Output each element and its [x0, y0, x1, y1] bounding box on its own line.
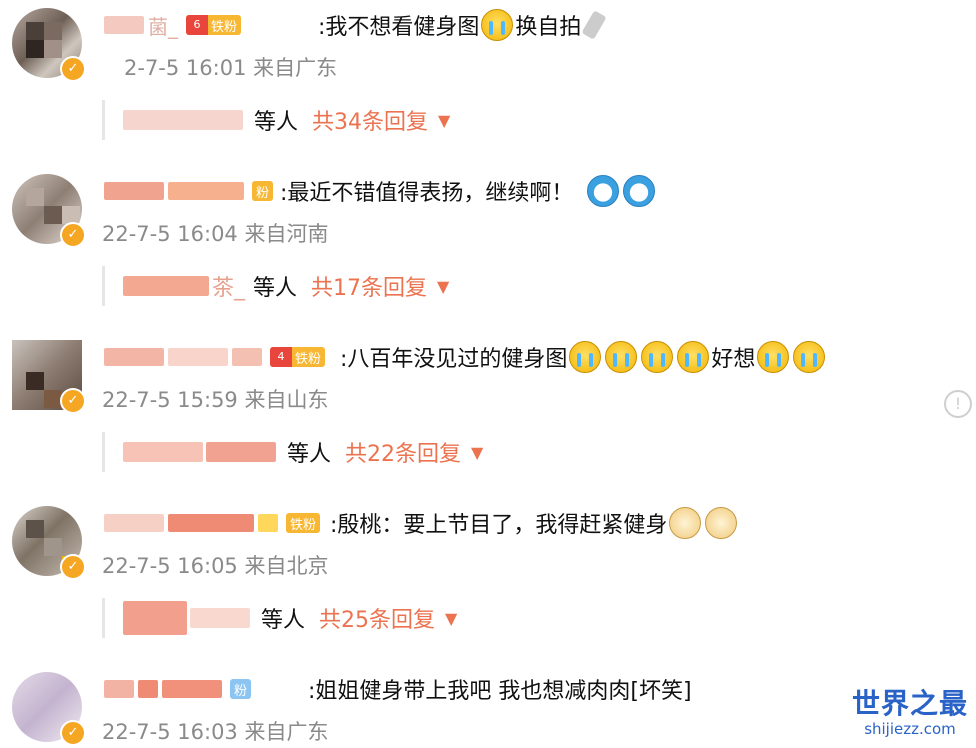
- fan-label: 粉: [256, 185, 270, 201]
- comment-item: ✓ 粉 :最近不错值得表扬，继续啊！ 22-7-5 16:04 来自河南 茶_ …: [0, 166, 976, 332]
- cry-emoji-icon: [793, 341, 826, 373]
- watermark-url: shijiezz.com: [864, 720, 956, 738]
- fan-label: 铁粉: [295, 351, 322, 367]
- chevron-down-icon[interactable]: ▼: [437, 277, 449, 296]
- cry-emoji-icon: [569, 341, 602, 373]
- verified-icon: ✓: [60, 388, 86, 414]
- verified-icon: ✓: [60, 720, 86, 746]
- username[interactable]: 粉: [104, 672, 252, 706]
- doraemon-emoji-icon: [623, 175, 656, 207]
- reply-others: 等人: [287, 442, 332, 467]
- comment-text: :殷桃：要上节目了，我得赶紧健身: [330, 506, 739, 540]
- fan-label: 铁粉: [211, 19, 238, 35]
- reply-others: 等人: [253, 276, 298, 301]
- comment-content-tail: 换自拍: [515, 15, 582, 40]
- reply-summary[interactable]: 等人 共22条回复 ▼: [102, 432, 483, 472]
- chevron-down-icon[interactable]: ▼: [471, 443, 483, 462]
- cry-emoji-icon: [641, 341, 674, 373]
- comment-content: :姐姐健身带上我吧 我也想减肉肉[坏笑]: [308, 679, 692, 704]
- comment-item: ✓ 4 铁粉 :八百年没见过的健身图 好想 22-7-5 15:59 来自山东 …: [0, 332, 976, 498]
- comment-meta: 22-7-5 16:03 来自广东: [102, 720, 329, 744]
- comment-text: :最近不错值得表扬，继续啊！: [280, 174, 657, 208]
- doge-emoji-icon: [705, 507, 738, 539]
- username-visible: 菌_: [148, 14, 178, 39]
- comment-text: :姐姐健身带上我吧 我也想减肉肉[坏笑]: [308, 672, 692, 706]
- comment-meta: 22-7-5 16:05 来自北京: [102, 554, 329, 578]
- verified-icon: ✓: [60, 56, 86, 82]
- cry-emoji-icon: [757, 341, 790, 373]
- username[interactable]: 菌_ 6 铁粉: [104, 8, 242, 42]
- report-icon[interactable]: !: [944, 390, 972, 418]
- fan-badge: 粉: [230, 679, 252, 699]
- doge-emoji-icon: [669, 507, 702, 539]
- comment-content: :最近不错值得表扬，继续啊！: [280, 181, 574, 206]
- verified-icon: ✓: [60, 222, 86, 248]
- comment-meta: 22-7-5 15:59 来自山东: [102, 388, 329, 412]
- fan-badge: 铁粉: [286, 513, 321, 533]
- reply-count-link[interactable]: 共34条回复: [312, 104, 428, 136]
- chevron-down-icon[interactable]: ▼: [445, 609, 457, 628]
- comment-item: ✓ 粉 :姐姐健身带上我吧 我也想减肉肉[坏笑] 22-7-5 16:03 来自…: [0, 664, 976, 748]
- reply-summary[interactable]: 等人 共25条回复 ▼: [102, 598, 457, 638]
- comment-content: :八百年没见过的健身图: [340, 347, 568, 372]
- reply-others: 等人: [261, 608, 306, 633]
- cry-emoji-icon: [481, 9, 514, 41]
- reply-others: 等人: [254, 110, 299, 135]
- reply-summary[interactable]: 茶_ 等人 共17条回复 ▼: [102, 266, 449, 306]
- selfie-stick-icon: [581, 10, 607, 40]
- reply-count-link[interactable]: 共25条回复: [319, 602, 435, 634]
- watermark-logo: 世界之最 shijiezz.com: [846, 687, 974, 739]
- cry-emoji-icon: [605, 341, 638, 373]
- comment-meta: 22-7-5 16:04 来自河南: [102, 222, 329, 246]
- username[interactable]: 铁粉: [104, 506, 321, 540]
- comment-meta: 2-7-5 16:01 来自广东: [124, 56, 338, 80]
- reply-user-visible: 茶_: [212, 276, 246, 301]
- reply-count-link[interactable]: 共22条回复: [345, 436, 461, 468]
- fan-badge: 6 铁粉: [186, 15, 242, 35]
- comment-content: :我不想看健身图: [318, 15, 480, 40]
- reply-count-link[interactable]: 共17条回复: [311, 270, 427, 302]
- fan-badge: 粉: [252, 181, 274, 201]
- comment-content: :殷桃：要上节目了，我得赶紧健身: [330, 513, 668, 538]
- fan-badge: 4 铁粉: [270, 347, 326, 367]
- cry-emoji-icon: [677, 341, 710, 373]
- fan-label: 粉: [234, 683, 248, 699]
- fan-level: 4: [270, 347, 292, 367]
- comment-text: :八百年没见过的健身图 好想: [340, 340, 827, 374]
- reply-summary[interactable]: 等人 共34条回复 ▼: [102, 100, 450, 140]
- doraemon-emoji-icon: [587, 175, 620, 207]
- comment-item: ✓ 铁粉 :殷桃：要上节目了，我得赶紧健身 22-7-5 16:05 来自北京 …: [0, 498, 976, 664]
- fan-label: 铁粉: [290, 517, 317, 533]
- comment-item: ✓ 菌_ 6 铁粉 :我不想看健身图 换自拍 2-7-5 16:01 来自广东 …: [0, 0, 976, 166]
- comment-text: :我不想看健身图 换自拍: [318, 8, 607, 42]
- watermark-title: 世界之最: [851, 687, 968, 720]
- username[interactable]: 4 铁粉: [104, 340, 326, 374]
- verified-icon: ✓: [60, 554, 86, 580]
- username[interactable]: 粉: [104, 174, 274, 208]
- chevron-down-icon[interactable]: ▼: [438, 111, 450, 130]
- comment-content-tail: 好想: [711, 347, 756, 372]
- fan-level: 6: [186, 15, 208, 35]
